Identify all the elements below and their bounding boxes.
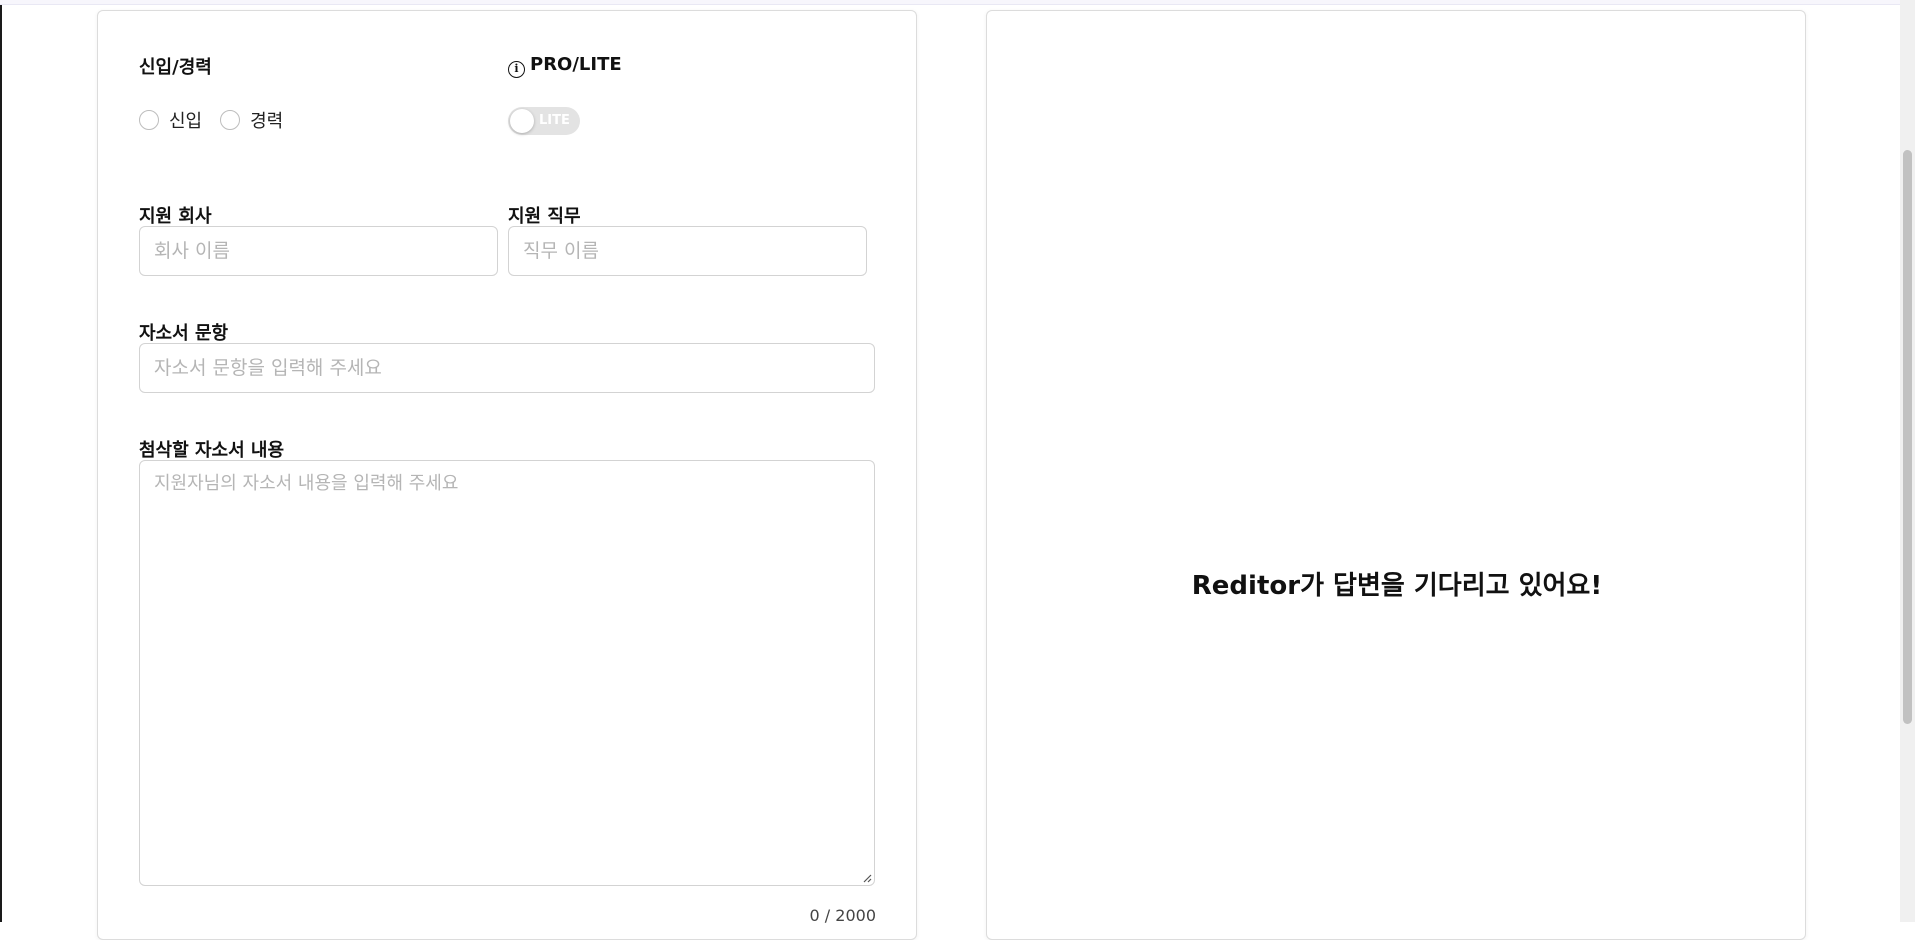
toggle-knob bbox=[510, 109, 534, 133]
question-label: 자소서 문항 bbox=[139, 323, 229, 344]
radio-newcomer-label[interactable]: 신입 bbox=[169, 107, 202, 133]
question-input[interactable] bbox=[139, 343, 875, 393]
window-edge bbox=[0, 0, 2, 922]
radio-experienced[interactable] bbox=[220, 110, 241, 130]
content-label: 첨삭할 자소서 내용 bbox=[139, 440, 285, 461]
job-input[interactable] bbox=[508, 226, 867, 276]
resize-handle-icon[interactable] bbox=[862, 873, 872, 883]
radio-newcomer[interactable] bbox=[139, 110, 159, 130]
form-card: 신입/경력 신입 경력 i PRO/LITE LITE 지원 회사 지원 직무 자… bbox=[97, 10, 917, 940]
result-card: Reditor가 답변을 기다리고 있어요! bbox=[986, 10, 1806, 940]
company-label: 지원 회사 bbox=[139, 206, 212, 227]
job-label: 지원 직무 bbox=[508, 206, 581, 227]
character-counter: 0 / 2000 bbox=[809, 906, 876, 925]
waiting-message: Reditor가 답변을 기다리고 있어요! bbox=[1191, 571, 1603, 601]
experience-radio-group: 신입 경력 bbox=[139, 107, 301, 133]
info-icon[interactable]: i bbox=[508, 61, 525, 78]
content-textarea[interactable] bbox=[139, 460, 875, 886]
scrollbar-thumb[interactable] bbox=[1903, 150, 1912, 724]
radio-experienced-label[interactable]: 경력 bbox=[250, 107, 283, 133]
company-input[interactable] bbox=[139, 226, 498, 276]
plan-label-group: i PRO/LITE bbox=[508, 54, 622, 78]
toggle-text: LITE bbox=[539, 113, 570, 128]
pro-lite-toggle[interactable]: LITE bbox=[508, 107, 580, 135]
plan-label: PRO/LITE bbox=[530, 54, 622, 75]
top-bar bbox=[0, 0, 1900, 5]
experience-label: 신입/경력 bbox=[139, 57, 212, 78]
